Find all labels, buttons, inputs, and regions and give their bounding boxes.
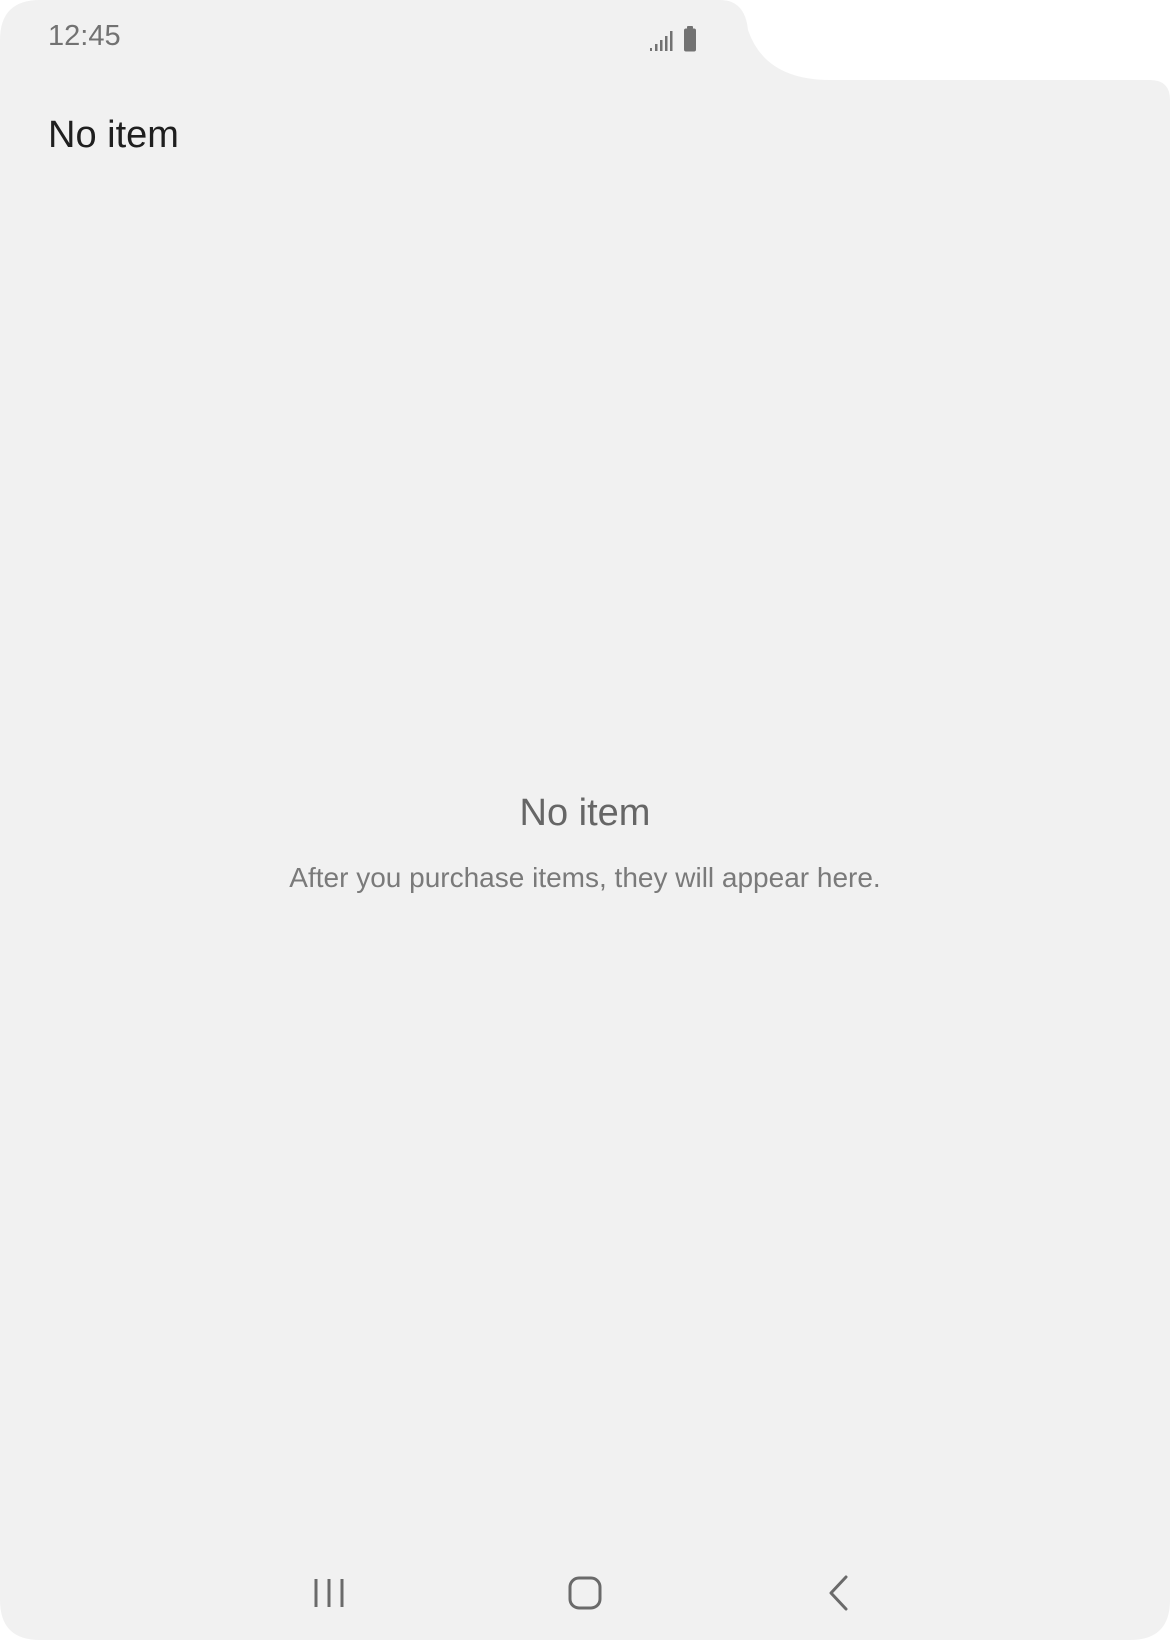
empty-state: No item After you purchase items, they w… [0, 788, 1170, 898]
status-icons [650, 26, 696, 52]
page-title: No item [48, 114, 179, 156]
navigation-bar [0, 1560, 1170, 1626]
recent-apps-button[interactable] [289, 1560, 369, 1626]
battery-icon [684, 26, 696, 52]
home-button[interactable] [545, 1560, 625, 1626]
home-icon [568, 1576, 602, 1610]
status-time: 12:45 [48, 20, 121, 52]
empty-state-description: After you purchase items, they will appe… [289, 862, 881, 893]
signal-icon [650, 31, 673, 51]
empty-state-title: No item [519, 792, 651, 834]
back-icon [829, 1575, 848, 1611]
back-button[interactable] [799, 1560, 879, 1626]
recent-apps-icon [314, 1579, 344, 1607]
